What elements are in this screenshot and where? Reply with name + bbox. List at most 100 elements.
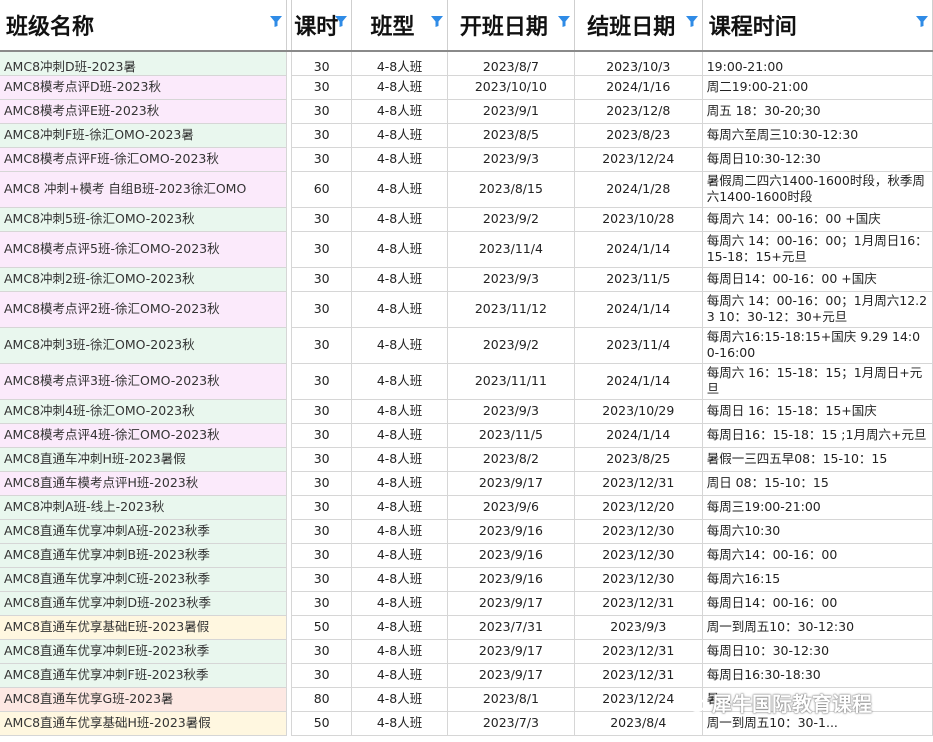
table-row[interactable]: AMC8模考点评D班-2023秋 30 4-8人班 2023/10/10 2024/1/… <box>0 75 933 100</box>
filter-icon[interactable] <box>430 14 444 28</box>
cell-lessons[interactable]: 30 <box>291 495 353 520</box>
cell-start-date[interactable]: 2023/7/3 <box>447 711 575 736</box>
cell-class-name[interactable]: AMC8直通车优享冲刺C班-2023秋季 <box>0 567 288 592</box>
table-row[interactable]: AMC8冲刺A班-线上-2023秋 30 4-8人班 2023/9/6 2023/12/… <box>0 495 933 520</box>
table-row[interactable]: AMC8冲刺5班-徐汇OMO-2023秋 30 4-8人班 2023/9/2 2023/… <box>0 207 933 232</box>
cell-course-time[interactable]: 每周日10:30-12:30 <box>702 147 933 172</box>
cell-end-date[interactable]: 2023/12/30 <box>574 519 703 544</box>
cell-class-type[interactable]: 4-8人班 <box>351 615 448 640</box>
cell-course-time[interactable]: 每周六 14：00-16：00 +国庆 <box>702 207 933 232</box>
cell-start-date[interactable]: 2023/9/6 <box>447 495 575 520</box>
cell-course-time[interactable]: 每周六至周三10:30-12:30 <box>702 123 933 148</box>
cell-start-date[interactable]: 2023/9/2 <box>447 327 575 364</box>
cell-lessons[interactable]: 30 <box>291 519 353 544</box>
cell-start-date[interactable]: 2023/9/3 <box>447 267 575 292</box>
cell-course-time[interactable]: 周一到周五10：30-1... <box>702 711 933 736</box>
cell-end-date[interactable]: 2024/1/16 <box>574 75 703 100</box>
cell-end-date[interactable]: 2023/8/25 <box>574 447 703 472</box>
cell-class-name[interactable]: AMC8冲刺2班-徐汇OMO-2023秋 <box>0 267 288 292</box>
cell-course-time[interactable]: 每周日16:30-18:30 <box>702 663 933 688</box>
cell-lessons[interactable]: 30 <box>291 639 353 664</box>
cell-start-date[interactable]: 2023/9/17 <box>447 663 575 688</box>
cell-end-date[interactable]: 2023/8/23 <box>574 123 703 148</box>
table-row[interactable]: AMC8直通车模考点评H班-2023秋 30 4-8人班 2023/9/17 2023/… <box>0 471 933 496</box>
cell-class-name[interactable]: AMC8直通车模考点评H班-2023秋 <box>0 471 288 496</box>
table-row[interactable]: AMC8直通车优享G班-2023暑 80 4-8人班 2023/8/1 2023/12/… <box>0 687 933 712</box>
cell-course-time[interactable]: 周日 08：15-10：15 <box>702 471 933 496</box>
cell-class-type[interactable]: 4-8人班 <box>351 519 448 544</box>
cell-course-time[interactable]: 每周六 16：15-18：15；1月周日+元旦 <box>702 363 933 400</box>
cell-class-name[interactable]: AMC8模考点评3班-徐汇OMO-2023秋 <box>0 363 288 400</box>
filter-icon[interactable] <box>557 14 571 28</box>
cell-class-type[interactable]: 4-8人班 <box>351 591 448 616</box>
cell-class-type[interactable]: 4-8人班 <box>351 663 448 688</box>
table-row[interactable]: AMC8直通车优享冲刺D班-2023秋季 30 4-8人班 2023/9/17 2023… <box>0 591 933 616</box>
cell-start-date[interactable]: 2023/9/17 <box>447 591 575 616</box>
cell-course-time[interactable]: 周一到周五10：30-12:30 <box>702 615 933 640</box>
cell-start-date[interactable]: 2023/9/2 <box>447 207 575 232</box>
cell-class-name[interactable]: AMC8模考点评5班-徐汇OMO-2023秋 <box>0 231 288 268</box>
cell-class-type[interactable]: 4-8人班 <box>351 99 448 124</box>
table-row[interactable]: AMC8模考点评5班-徐汇OMO-2023秋 30 4-8人班 2023/11/4 20… <box>0 231 933 268</box>
cell-class-name[interactable]: AMC8直通车优享基础E班-2023暑假 <box>0 615 288 640</box>
cell-end-date[interactable]: 2023/11/4 <box>574 327 703 364</box>
table-row[interactable]: AMC8模考点评E班-2023秋 30 4-8人班 2023/9/1 2023/12/8… <box>0 99 933 124</box>
cell-end-date[interactable]: 2023/10/28 <box>574 207 703 232</box>
table-row[interactable]: AMC8模考点评4班-徐汇OMO-2023秋 30 4-8人班 2023/11/5 20… <box>0 423 933 448</box>
cell-class-type[interactable]: 4-8人班 <box>351 639 448 664</box>
header-course-time[interactable]: 课程时间 <box>702 0 933 52</box>
cell-start-date[interactable]: 2023/10/10 <box>447 75 575 100</box>
cell-end-date[interactable]: 2023/12/31 <box>574 663 703 688</box>
cell-class-type[interactable]: 4-8人班 <box>351 471 448 496</box>
table-row[interactable]: AMC8直通车优享冲刺C班-2023秋季 30 4-8人班 2023/9/16 2023… <box>0 567 933 592</box>
cell-class-name[interactable]: AMC8冲刺5班-徐汇OMO-2023秋 <box>0 207 288 232</box>
cell-class-type[interactable]: 4-8人班 <box>351 51 448 76</box>
cell-class-type[interactable]: 4-8人班 <box>351 687 448 712</box>
cell-lessons[interactable]: 60 <box>291 171 353 208</box>
table-row[interactable]: AMC8冲刺D班-2023暑 30 4-8人班 2023/8/7 2023/10/3 19… <box>0 51 933 76</box>
table-row[interactable]: AMC8冲刺F班-徐汇OMO-2023暑 30 4-8人班 2023/8/5 2023/… <box>0 123 933 148</box>
cell-class-type[interactable]: 4-8人班 <box>351 147 448 172</box>
cell-class-name[interactable]: AMC8模考点评F班-徐汇OMO-2023秋 <box>0 147 288 172</box>
cell-course-time[interactable]: 19:00-21:00 <box>702 51 933 76</box>
cell-class-type[interactable]: 4-8人班 <box>351 207 448 232</box>
cell-start-date[interactable]: 2023/9/1 <box>447 99 575 124</box>
header-end-date[interactable]: 结班日期 <box>574 0 703 52</box>
cell-class-name[interactable]: AMC8冲刺D班-2023暑 <box>0 51 288 76</box>
cell-class-type[interactable]: 4-8人班 <box>351 543 448 568</box>
table-row[interactable]: AMC8冲刺2班-徐汇OMO-2023秋 30 4-8人班 2023/9/3 2023/… <box>0 267 933 292</box>
cell-start-date[interactable]: 2023/8/15 <box>447 171 575 208</box>
cell-end-date[interactable]: 2023/8/4 <box>574 711 703 736</box>
table-row[interactable]: AMC8冲刺4班-徐汇OMO-2023秋 30 4-8人班 2023/9/3 2023/… <box>0 399 933 424</box>
cell-start-date[interactable]: 2023/11/5 <box>447 423 575 448</box>
cell-end-date[interactable]: 2024/1/14 <box>574 423 703 448</box>
cell-class-name[interactable]: AMC8冲刺A班-线上-2023秋 <box>0 495 288 520</box>
cell-lessons[interactable]: 30 <box>291 291 353 328</box>
cell-course-time[interactable]: 暑... <box>702 687 933 712</box>
cell-lessons[interactable]: 30 <box>291 51 353 76</box>
table-row[interactable]: AMC8模考点评2班-徐汇OMO-2023秋 30 4-8人班 2023/11/12 2… <box>0 291 933 328</box>
cell-class-name[interactable]: AMC8 冲刺+模考 自组B班-2023徐汇OMO <box>0 171 288 208</box>
cell-lessons[interactable]: 30 <box>291 231 353 268</box>
cell-end-date[interactable]: 2024/1/28 <box>574 171 703 208</box>
cell-class-type[interactable]: 4-8人班 <box>351 567 448 592</box>
table-row[interactable]: AMC8直通车优享基础E班-2023暑假 50 4-8人班 2023/7/31 2023… <box>0 615 933 640</box>
cell-end-date[interactable]: 2023/12/30 <box>574 543 703 568</box>
cell-course-time[interactable]: 每周日14：00-16：00 <box>702 591 933 616</box>
cell-course-time[interactable]: 周二19:00-21:00 <box>702 75 933 100</box>
cell-start-date[interactable]: 2023/8/5 <box>447 123 575 148</box>
cell-course-time[interactable]: 每周六 14：00-16：00；1月周六12.23 10：30-12：30+元旦 <box>702 291 933 328</box>
cell-course-time[interactable]: 每周日10：30-12:30 <box>702 639 933 664</box>
cell-course-time[interactable]: 每周六14：00-16：00 <box>702 543 933 568</box>
cell-course-time[interactable]: 暑假周二四六1400-1600时段，秋季周六1400-1600时段 <box>702 171 933 208</box>
cell-course-time[interactable]: 每周日14：00-16：00 +国庆 <box>702 267 933 292</box>
table-row[interactable]: AMC8直通车优享冲刺F班-2023秋季 30 4-8人班 2023/9/17 2023… <box>0 663 933 688</box>
cell-start-date[interactable]: 2023/9/16 <box>447 543 575 568</box>
cell-lessons[interactable]: 30 <box>291 591 353 616</box>
cell-start-date[interactable]: 2023/9/16 <box>447 567 575 592</box>
cell-end-date[interactable]: 2023/12/31 <box>574 639 703 664</box>
cell-start-date[interactable]: 2023/11/11 <box>447 363 575 400</box>
cell-start-date[interactable]: 2023/8/1 <box>447 687 575 712</box>
cell-course-time[interactable]: 每周日 16：15-18：15+国庆 <box>702 399 933 424</box>
cell-end-date[interactable]: 2023/12/24 <box>574 147 703 172</box>
